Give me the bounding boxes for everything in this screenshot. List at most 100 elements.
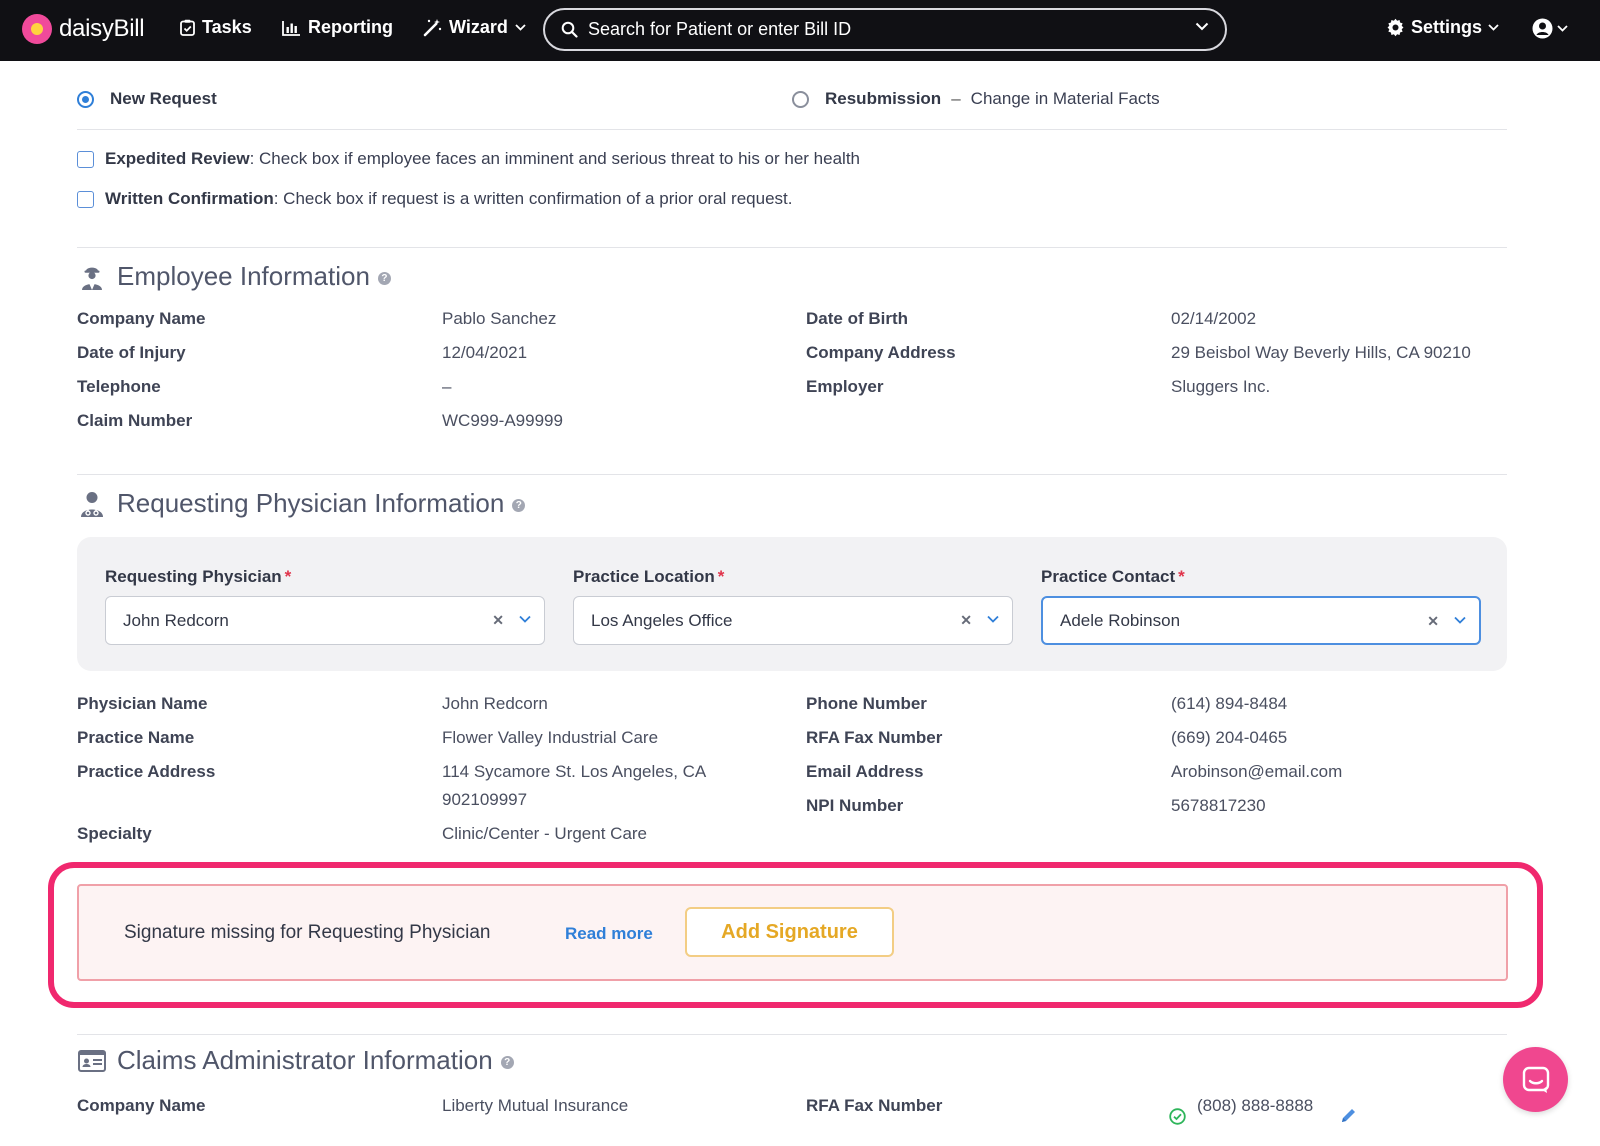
bar-chart-icon — [282, 20, 300, 36]
practice-contact-select[interactable]: Adele Robinson ✕ — [1041, 596, 1481, 645]
nav-tasks-label: Tasks — [202, 17, 252, 37]
expedited-review-label: Expedited Review — [105, 149, 250, 168]
chevron-down-icon — [1488, 24, 1499, 31]
checkbox-icon[interactable] — [77, 190, 94, 208]
field-value-continued: 902109997 — [442, 790, 528, 809]
clear-icon[interactable]: ✕ — [960, 612, 972, 629]
field-value: Flower Valley Industrial Care — [442, 728, 659, 747]
requesting-physician-label-text: Requesting Physician — [105, 567, 282, 586]
field-value: 5678817230 — [1171, 796, 1266, 815]
expedited-review-checkbox[interactable]: Expedited Review : Check box if employee… — [77, 149, 860, 169]
chevron-down-icon[interactable] — [987, 615, 999, 623]
chevron-down-icon — [515, 24, 526, 31]
new-request-label: New Request — [110, 89, 217, 108]
practice-contact-label: Practice Contact * — [1041, 567, 1185, 587]
daisy-logo-icon — [22, 14, 52, 44]
radio-unselected-icon — [792, 90, 809, 108]
claims-admin-title: Claims Administrator Information — [117, 1045, 493, 1075]
practice-location-label: Practice Location * — [573, 567, 724, 587]
user-menu[interactable] — [1532, 18, 1568, 39]
requesting-physician-value: John Redcorn — [123, 610, 229, 630]
daisybill-logo[interactable]: daisyBill — [22, 14, 145, 44]
search-icon — [561, 21, 578, 38]
field-label: Company Name — [77, 1096, 206, 1115]
patient-search-input[interactable]: Search for Patient or enter Bill ID — [543, 8, 1227, 51]
field-label: Company Address — [806, 343, 956, 362]
field-label: Email Address — [806, 762, 924, 781]
doctor-icon — [77, 489, 107, 519]
practice-contact-label-text: Practice Contact — [1041, 567, 1176, 586]
requesting-physician-select[interactable]: John Redcorn ✕ — [105, 596, 545, 645]
field-value: 12/04/2021 — [442, 343, 528, 362]
employee-information-heading: Employee Information ? — [77, 261, 391, 292]
field-label: RFA Fax Number — [806, 1096, 943, 1115]
checkbox-icon[interactable] — [77, 150, 94, 168]
clipboard-check-icon — [180, 19, 195, 36]
help-icon[interactable]: ? — [500, 1056, 514, 1069]
expedited-review-text: : Check box if employee faces an imminen… — [249, 149, 860, 168]
fax-value: (808) 888-8888 — [1197, 1096, 1314, 1115]
resubmission-dash: – — [951, 89, 961, 108]
clear-icon[interactable]: ✕ — [492, 612, 504, 629]
nav-settings[interactable]: Settings — [1386, 17, 1499, 38]
field-value: (669) 204-0465 — [1171, 728, 1288, 747]
field-label: Physician Name — [77, 694, 208, 713]
field-value: John Redcorn — [442, 694, 548, 713]
field-label: Specialty — [77, 824, 152, 843]
verified-check-icon — [1169, 1108, 1186, 1125]
practice-location-label-text: Practice Location — [573, 567, 715, 586]
field-value: 29 Beisbol Way Beverly Hills, CA 90210 — [1171, 343, 1471, 362]
nav-wizard[interactable]: Wizard — [423, 17, 526, 38]
edit-pencil-icon[interactable] — [1340, 1107, 1357, 1124]
field-label: Phone Number — [806, 694, 927, 713]
help-icon[interactable]: ? — [512, 499, 526, 512]
employee-information-title: Employee Information — [117, 261, 370, 291]
field-value: Arobinson@email.com — [1171, 762, 1343, 781]
radio-resubmission[interactable]: Resubmission – Change in Material Facts — [792, 89, 1160, 109]
resubmission-detail: Change in Material Facts — [970, 89, 1160, 108]
field-label: Date of Injury — [77, 343, 186, 362]
nav-tasks[interactable]: Tasks — [180, 17, 252, 38]
field-value: WC999-A99999 — [442, 411, 563, 430]
radio-selected-icon — [77, 90, 94, 108]
field-value: – — [442, 377, 452, 396]
field-label: NPI Number — [806, 796, 904, 815]
field-label: Practice Name — [77, 728, 195, 747]
resubmission-label: Resubmission — [825, 89, 942, 108]
divider — [77, 247, 1507, 248]
help-icon[interactable]: ? — [377, 272, 391, 285]
nav-reporting-label: Reporting — [308, 17, 393, 37]
divider — [77, 129, 1507, 130]
nav-wizard-label: Wizard — [449, 17, 508, 37]
chevron-down-icon[interactable] — [1195, 22, 1209, 31]
field-label: Telephone — [77, 377, 161, 396]
worker-icon — [77, 262, 107, 292]
read-more-link[interactable]: Read more — [565, 924, 653, 944]
gear-icon — [1387, 18, 1404, 37]
written-confirmation-text: : Check box if request is a written conf… — [273, 189, 793, 208]
practice-location-select[interactable]: Los Angeles Office ✕ — [573, 596, 1013, 645]
alert-message: Signature missing for Requesting Physici… — [124, 922, 491, 943]
field-value: Sluggers Inc. — [1171, 377, 1271, 396]
field-value: Pablo Sanchez — [442, 309, 557, 328]
chat-icon — [1522, 1066, 1549, 1093]
radio-new-request[interactable]: New Request — [77, 89, 217, 109]
chat-launcher-button[interactable] — [1503, 1047, 1568, 1112]
clear-icon[interactable]: ✕ — [1427, 613, 1439, 630]
divider — [77, 474, 1507, 475]
chevron-down-icon[interactable] — [1454, 616, 1466, 624]
brand-name: daisyBill — [59, 15, 145, 42]
claims-admin-heading: Claims Administrator Information ? — [77, 1045, 514, 1076]
signature-missing-alert: Signature missing for Requesting Physici… — [77, 884, 1508, 981]
id-card-icon — [77, 1046, 107, 1076]
written-confirmation-checkbox[interactable]: Written Confirmation : Check box if requ… — [77, 189, 792, 209]
field-label: Employer — [806, 377, 884, 396]
field-value: 02/14/2002 — [1171, 309, 1257, 328]
physician-select-panel: Requesting Physician * John Redcorn ✕ Pra… — [77, 537, 1507, 671]
nav-reporting[interactable]: Reporting — [282, 17, 393, 38]
chevron-down-icon[interactable] — [519, 615, 531, 623]
field-value: (614) 894-8484 — [1171, 694, 1288, 713]
user-avatar-icon — [1532, 18, 1553, 39]
add-signature-button[interactable]: Add Signature — [685, 907, 894, 957]
field-value: 114 Sycamore St. Los Angeles, CA — [442, 762, 707, 781]
